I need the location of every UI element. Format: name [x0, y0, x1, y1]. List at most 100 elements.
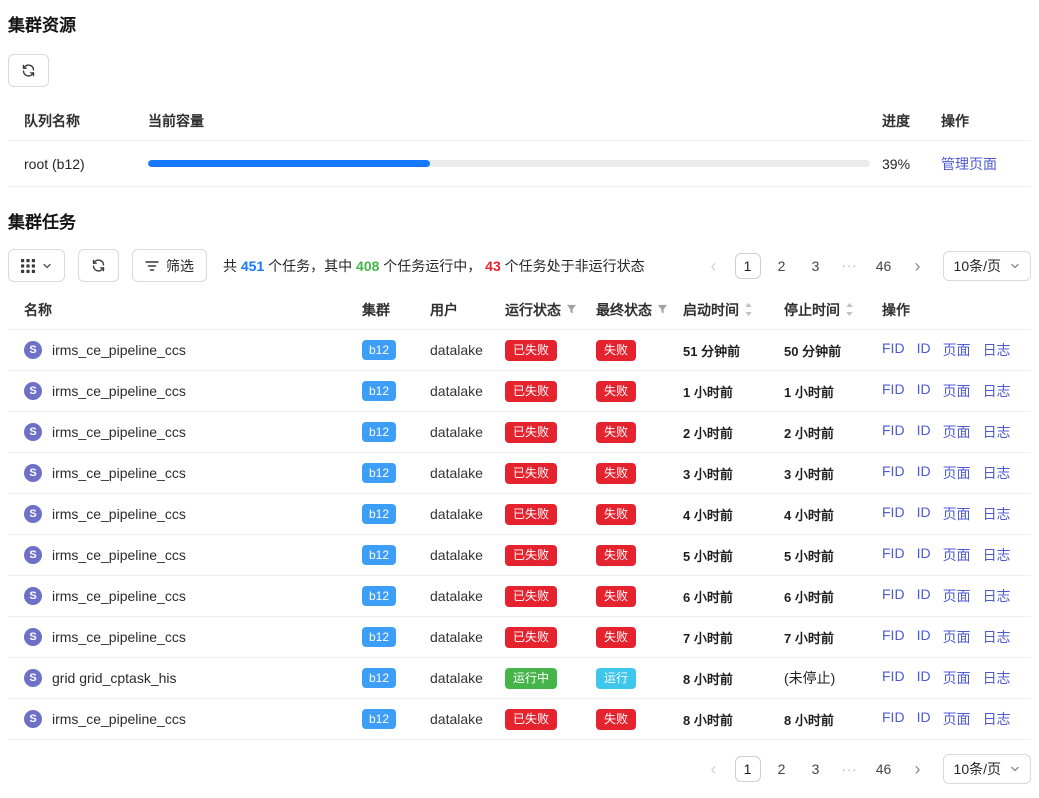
action-page-link[interactable]: 页面 — [943, 381, 971, 401]
task-name: irms_ce_pipeline_ccs — [52, 588, 186, 604]
task-name: irms_ce_pipeline_ccs — [52, 547, 186, 563]
action-fid-link[interactable]: FID — [882, 545, 905, 565]
user-name: datalake — [430, 424, 505, 440]
task-row: S irms_ce_pipeline_ccs b12 datalake 已失败 … — [8, 576, 1031, 617]
start-time: 7 小时前 — [683, 628, 784, 647]
action-page-link[interactable]: 页面 — [943, 422, 971, 442]
pagination-page-46[interactable]: 46 — [871, 253, 897, 279]
row-actions: FID ID 页面日志 — [882, 504, 1031, 524]
manage-page-link[interactable]: 管理页面 — [941, 156, 997, 172]
spark-avatar: S — [24, 505, 42, 523]
tasks-refresh-button[interactable] — [78, 249, 119, 282]
action-log-link[interactable]: 日志 — [983, 422, 1011, 442]
page-size-select[interactable]: 10条/页 — [943, 251, 1031, 281]
cluster-tag: b12 — [362, 463, 396, 483]
spark-avatar: S — [24, 669, 42, 687]
action-fid-link[interactable]: FID — [882, 586, 905, 606]
start-time: 2 小时前 — [683, 423, 784, 442]
user-name: datalake — [430, 547, 505, 563]
layout-grid-button[interactable] — [8, 249, 65, 282]
tasks-pagination-bottom: ‹ 123 ··· 46 › 10条/页 — [8, 754, 1031, 798]
action-fid-link[interactable]: FID — [882, 463, 905, 483]
stop-time: 6 小时前 — [784, 587, 882, 606]
chevron-down-icon — [42, 261, 52, 271]
action-log-link[interactable]: 日志 — [983, 709, 1011, 729]
col-stop-time-label: 停止时间 — [784, 300, 840, 320]
action-id-link[interactable]: ID — [917, 463, 931, 483]
final-status-badge: 失败 — [596, 422, 636, 443]
action-log-link[interactable]: 日志 — [983, 504, 1011, 524]
action-id-link[interactable]: ID — [917, 586, 931, 606]
action-id-link[interactable]: ID — [917, 422, 931, 442]
action-fid-link[interactable]: FID — [882, 504, 905, 524]
action-fid-link[interactable]: FID — [882, 668, 905, 688]
run-status-badge: 已失败 — [505, 340, 557, 361]
pagination-page-2[interactable]: 2 — [769, 756, 795, 782]
action-log-link[interactable]: 日志 — [983, 586, 1011, 606]
col-run-status-label: 运行状态 — [505, 300, 561, 320]
pagination-next-button[interactable]: › — [905, 756, 931, 782]
pagination-page-3[interactable]: 3 — [803, 253, 829, 279]
refresh-icon — [21, 63, 36, 78]
action-id-link[interactable]: ID — [917, 709, 931, 729]
pagination-page-46[interactable]: 46 — [871, 756, 897, 782]
action-page-link[interactable]: 页面 — [943, 545, 971, 565]
column-sorter-icon[interactable] — [845, 302, 854, 317]
row-actions: FID ID 页面日志 — [882, 586, 1031, 606]
run-status-badge: 已失败 — [505, 381, 557, 402]
tasks-table-body: S irms_ce_pipeline_ccs b12 datalake 已失败 … — [8, 330, 1031, 740]
pagination-page-1[interactable]: 1 — [735, 756, 761, 782]
task-name: irms_ce_pipeline_ccs — [52, 342, 186, 358]
refresh-icon — [91, 258, 106, 273]
resources-refresh-button[interactable] — [8, 54, 49, 87]
user-name: datalake — [430, 711, 505, 727]
action-fid-link[interactable]: FID — [882, 422, 905, 442]
action-page-link[interactable]: 页面 — [943, 627, 971, 647]
filter-funnel-icon[interactable] — [566, 304, 577, 315]
action-page-link[interactable]: 页面 — [943, 668, 971, 688]
action-log-link[interactable]: 日志 — [983, 668, 1011, 688]
action-page-link[interactable]: 页面 — [943, 709, 971, 729]
pagination-page-1[interactable]: 1 — [735, 253, 761, 279]
action-id-link[interactable]: ID — [917, 504, 931, 524]
pagination-ellipsis[interactable]: ··· — [837, 253, 863, 279]
action-fid-link[interactable]: FID — [882, 709, 905, 729]
user-name: datalake — [430, 506, 505, 522]
action-page-link[interactable]: 页面 — [943, 586, 971, 606]
filter-button[interactable]: 筛选 — [132, 249, 207, 282]
row-actions: FID ID 页面日志 — [882, 463, 1031, 483]
pagination-prev-button[interactable]: ‹ — [701, 756, 727, 782]
pagination-prev-button[interactable]: ‹ — [701, 253, 727, 279]
column-sorter-icon[interactable] — [744, 302, 753, 317]
spark-avatar: S — [24, 710, 42, 728]
action-id-link[interactable]: ID — [917, 627, 931, 647]
action-id-link[interactable]: ID — [917, 381, 931, 401]
action-log-link[interactable]: 日志 — [983, 381, 1011, 401]
action-page-link[interactable]: 页面 — [943, 340, 971, 360]
action-page-link[interactable]: 页面 — [943, 463, 971, 483]
resource-row: root (b12) 39% 管理页面 — [8, 141, 1031, 187]
task-row: S grid grid_cptask_his b12 datalake 运行中 … — [8, 658, 1031, 699]
page-size-select[interactable]: 10条/页 — [943, 754, 1031, 784]
action-log-link[interactable]: 日志 — [983, 463, 1011, 483]
queue-name: root (b12) — [8, 156, 148, 172]
action-log-link[interactable]: 日志 — [983, 340, 1011, 360]
page-size-value: 10条/页 — [954, 759, 1001, 779]
row-actions: FID ID 页面日志 — [882, 422, 1031, 442]
stop-time: 50 分钟前 — [784, 341, 882, 360]
filter-funnel-icon[interactable] — [657, 304, 668, 315]
pagination-page-2[interactable]: 2 — [769, 253, 795, 279]
pagination-page-3[interactable]: 3 — [803, 756, 829, 782]
action-fid-link[interactable]: FID — [882, 381, 905, 401]
action-log-link[interactable]: 日志 — [983, 627, 1011, 647]
action-id-link[interactable]: ID — [917, 545, 931, 565]
action-id-link[interactable]: ID — [917, 668, 931, 688]
start-time: 8 小时前 — [683, 669, 784, 688]
action-fid-link[interactable]: FID — [882, 627, 905, 647]
pagination-next-button[interactable]: › — [905, 253, 931, 279]
action-fid-link[interactable]: FID — [882, 340, 905, 360]
action-log-link[interactable]: 日志 — [983, 545, 1011, 565]
action-page-link[interactable]: 页面 — [943, 504, 971, 524]
action-id-link[interactable]: ID — [917, 340, 931, 360]
pagination-ellipsis[interactable]: ··· — [837, 756, 863, 782]
